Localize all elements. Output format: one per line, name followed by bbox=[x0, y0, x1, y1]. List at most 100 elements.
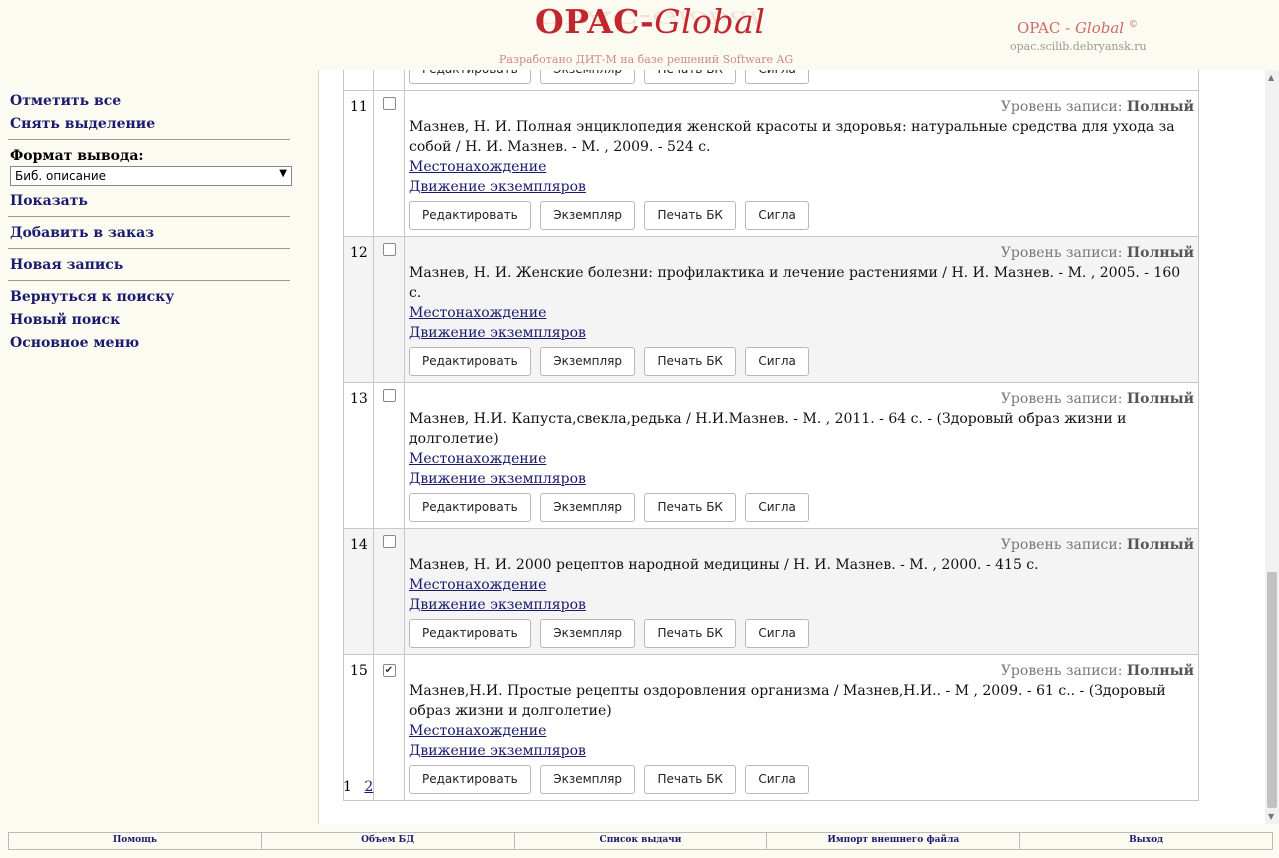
scrollbar[interactable]: ▲ ▼ bbox=[1265, 70, 1279, 824]
record-checkbox[interactable] bbox=[382, 97, 396, 110]
db-volume-link[interactable]: Объем БД bbox=[262, 833, 515, 849]
record-number: 12 bbox=[343, 236, 374, 383]
record-checkbox[interactable] bbox=[382, 243, 396, 256]
record-actions: Редактировать Экземпляр Печать БК Сигла bbox=[409, 619, 1194, 648]
print-bk-button[interactable]: Печать БК bbox=[644, 765, 736, 794]
divider bbox=[8, 216, 290, 217]
print-bk-button[interactable]: Печать БК bbox=[644, 347, 736, 376]
copy-button[interactable]: Экземпляр bbox=[540, 619, 636, 648]
page-2-link[interactable]: 2 bbox=[364, 779, 373, 795]
issued-list-link[interactable]: Список выдачи bbox=[515, 833, 768, 849]
pager: 1 2 bbox=[343, 779, 373, 795]
format-select-value: Биб. описание bbox=[15, 169, 107, 183]
footer-bar: Помощь Объем БД Список выдачи Импорт вне… bbox=[8, 832, 1273, 850]
format-select[interactable]: Биб. описание ▼ bbox=[10, 166, 292, 186]
movement-link[interactable]: Движение экземпляров bbox=[409, 177, 1194, 197]
sigla-button[interactable]: Сигла bbox=[745, 765, 809, 794]
movement-link[interactable]: Движение экземпляров bbox=[409, 741, 1194, 761]
record-actions: Редактировать Экземпляр Печать БК Сигла bbox=[409, 347, 1194, 376]
record-description: Мазнев,Н.И. Простые рецепты оздоровления… bbox=[409, 683, 1166, 719]
record-description: Мазнев, Н. И. Женские болезни: профилакт… bbox=[409, 265, 1181, 301]
copy-button[interactable]: Экземпляр bbox=[540, 493, 636, 522]
record-checkbox[interactable] bbox=[382, 535, 396, 548]
results-panel: Редактировать Экземпляр Печать БК Сигла … bbox=[319, 70, 1265, 824]
show-link[interactable]: Показать bbox=[10, 193, 88, 209]
divider bbox=[8, 139, 290, 140]
record-actions: Редактировать Экземпляр Печать БК Сигла bbox=[409, 765, 1194, 794]
sidebar: Отметить все Снять выделение Формат выво… bbox=[0, 70, 319, 824]
record-level: Уровень записи: Полный bbox=[1000, 99, 1194, 115]
brand-url: opac.scilib.debryansk.ru bbox=[1010, 40, 1147, 53]
record-number: 14 bbox=[343, 528, 374, 655]
record-number: 11 bbox=[343, 90, 374, 237]
divider bbox=[8, 280, 290, 281]
record-description: Мазнев, Н. И. Полная энциклопедия женско… bbox=[409, 119, 1175, 155]
edit-button[interactable]: Редактировать bbox=[409, 619, 531, 648]
record-number: 13 bbox=[343, 382, 374, 529]
record-level: Уровень записи: Полный bbox=[1000, 663, 1194, 679]
scroll-down-icon[interactable]: ▼ bbox=[1268, 812, 1274, 821]
page-current: 1 bbox=[343, 779, 352, 795]
movement-link[interactable]: Движение экземпляров bbox=[409, 323, 1194, 343]
record-actions: Редактировать Экземпляр Печать БК Сигла bbox=[409, 493, 1194, 522]
edit-button[interactable]: Редактировать bbox=[409, 765, 531, 794]
import-file-link[interactable]: Импорт внешнего файла bbox=[767, 833, 1021, 849]
record-level: Уровень записи: Полный bbox=[1000, 245, 1194, 261]
location-link[interactable]: Местонахождение bbox=[409, 449, 1194, 469]
table-row: 12 Уровень записи: Полный Мазнев, Н. И. … bbox=[343, 236, 1199, 383]
help-link[interactable]: Помощь bbox=[9, 833, 262, 849]
copy-button[interactable]: Экземпляр bbox=[540, 201, 636, 230]
header: OPAC-Global OPAC-Global Разработано ДИТ-… bbox=[0, 0, 1279, 70]
table-row: 11 Уровень записи: Полный Мазнев, Н. И. … bbox=[343, 90, 1199, 237]
copy-button[interactable]: Экземпляр bbox=[540, 765, 636, 794]
print-bk-button[interactable]: Печать БК bbox=[644, 70, 736, 84]
select-all-link[interactable]: Отметить все bbox=[10, 93, 121, 109]
dropdown-arrow-icon: ▼ bbox=[279, 168, 287, 179]
edit-button[interactable]: Редактировать bbox=[409, 493, 531, 522]
copy-button[interactable]: Экземпляр bbox=[540, 70, 636, 84]
movement-link[interactable]: Движение экземпляров bbox=[409, 595, 1194, 615]
record-description: Мазнев, Н. И. 2000 рецептов народной мед… bbox=[409, 557, 1039, 573]
header-subtitle: Разработано ДИТ-М на базе решений Softwa… bbox=[499, 53, 794, 66]
new-search-link[interactable]: Новый поиск bbox=[10, 312, 120, 328]
location-link[interactable]: Местонахождение bbox=[409, 303, 1194, 323]
table-row: 13 Уровень записи: Полный Мазнев, Н.И. К… bbox=[343, 382, 1199, 529]
movement-link[interactable]: Движение экземпляров bbox=[409, 469, 1194, 489]
print-bk-button[interactable]: Печать БК bbox=[644, 619, 736, 648]
add-order-link[interactable]: Добавить в заказ bbox=[10, 225, 154, 241]
location-link[interactable]: Местонахождение bbox=[409, 157, 1194, 177]
record-checkbox[interactable]: ✔ bbox=[382, 664, 396, 677]
copy-button[interactable]: Экземпляр bbox=[540, 347, 636, 376]
footer: Помощь Объем БД Список выдачи Импорт вне… bbox=[0, 824, 1279, 858]
location-link[interactable]: Местонахождение bbox=[409, 575, 1194, 595]
edit-button[interactable]: Редактировать bbox=[409, 347, 531, 376]
exit-link[interactable]: Выход bbox=[1020, 833, 1272, 849]
scroll-up-icon[interactable]: ▲ bbox=[1268, 73, 1274, 82]
sigla-button[interactable]: Сигла bbox=[745, 493, 809, 522]
format-label: Формат вывода: bbox=[10, 148, 144, 164]
new-record-link[interactable]: Новая запись bbox=[10, 257, 123, 273]
edit-button[interactable]: Редактировать bbox=[409, 201, 531, 230]
brand-right: OPAC - Global © bbox=[1017, 19, 1138, 37]
print-bk-button[interactable]: Печать БК bbox=[644, 493, 736, 522]
location-link[interactable]: Местонахождение bbox=[409, 721, 1194, 741]
scrollbar-thumb[interactable] bbox=[1267, 572, 1277, 808]
edit-button[interactable]: Редактировать bbox=[409, 70, 531, 84]
results-table: Редактировать Экземпляр Печать БК Сигла … bbox=[343, 70, 1199, 801]
print-bk-button[interactable]: Печать БК bbox=[644, 201, 736, 230]
sigla-button[interactable]: Сигла bbox=[745, 347, 809, 376]
record-level: Уровень записи: Полный bbox=[1000, 537, 1194, 553]
record-checkbox[interactable] bbox=[382, 389, 396, 402]
back-to-search-link[interactable]: Вернуться к поиску bbox=[10, 289, 174, 305]
deselect-link[interactable]: Снять выделение bbox=[10, 116, 155, 132]
logo-reflection: OPAC-Global bbox=[535, 7, 760, 28]
record-actions: Редактировать Экземпляр Печать БК Сигла bbox=[409, 201, 1194, 230]
sigla-button[interactable]: Сигла bbox=[745, 619, 809, 648]
main-menu-link[interactable]: Основное меню bbox=[10, 335, 139, 351]
sigla-button[interactable]: Сигла bbox=[745, 70, 809, 84]
table-row: 14 Уровень записи: Полный Мазнев, Н. И. … bbox=[343, 528, 1199, 655]
record-level: Уровень записи: Полный bbox=[1000, 391, 1194, 407]
divider bbox=[8, 248, 290, 249]
sigla-button[interactable]: Сигла bbox=[745, 201, 809, 230]
table-row: 15 ✔ Уровень записи: Полный Мазнев,Н.И. … bbox=[343, 654, 1199, 801]
